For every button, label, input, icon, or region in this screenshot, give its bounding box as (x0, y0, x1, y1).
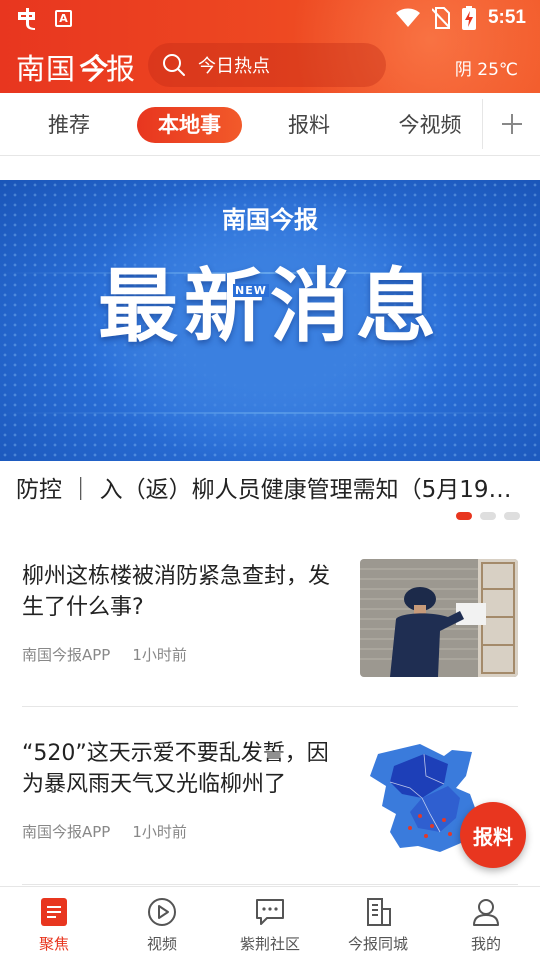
search-bar[interactable]: 今日热点 (148, 43, 386, 87)
news-source: 南国今报APP (22, 823, 111, 841)
status-time: 5:51 (487, 7, 526, 28)
user-icon (473, 899, 499, 926)
nav-label: 紫荆社区 (239, 935, 300, 953)
nav-community[interactable]: 紫荆社区 (216, 887, 324, 960)
bottom-nav: 聚焦 视频 紫荆社区 今报同城 我的 (0, 886, 540, 960)
list-divider (22, 706, 518, 707)
news-item[interactable]: 柳州这栋楼被消防紧急查封，发生了什么事? 南国今报APP 1小时前 (22, 545, 518, 695)
news-time: 1小时前 (132, 823, 187, 841)
search-placeholder: 今日热点 (198, 56, 270, 77)
news-item[interactable]: “520”这天示爱不要乱发誓，因为暴风雨天气又光临柳州了 南国今报APP 1小时前 (22, 722, 518, 872)
plus-icon (501, 114, 522, 134)
top-bar: A 5:51 南国今报 今日热点 阴 25℃ (0, 0, 540, 93)
no-sim-icon (431, 7, 450, 29)
tab-local[interactable]: 本地事 (137, 107, 242, 143)
battery-charging-icon (461, 6, 476, 30)
news-title: “520”这天示爱不要乱发誓，因为暴风雨天气又光临柳州了 (22, 741, 329, 797)
banner-pager (456, 512, 520, 520)
nav-label: 聚焦 (38, 935, 69, 953)
play-icon (148, 898, 176, 926)
tab-report[interactable]: 报料 (278, 107, 340, 143)
banner-new-badge: NEW (233, 284, 269, 297)
bug-notification-icon (14, 6, 40, 32)
weather-info[interactable]: 阴 25℃ (455, 55, 518, 80)
pager-dot (480, 512, 496, 520)
logo-part-3: 报 (106, 52, 137, 86)
app-logo[interactable]: 南国今报 (16, 46, 136, 88)
nav-focus[interactable]: 聚焦 (0, 887, 108, 960)
nav-label: 今报同城 (347, 935, 408, 953)
building-icon (367, 898, 391, 926)
nav-city[interactable]: 今报同城 (324, 887, 432, 960)
news-time: 1小时前 (132, 646, 187, 664)
logo-part-1: 南国 (16, 52, 77, 86)
add-channel-button[interactable] (482, 99, 540, 149)
news-meta: 南国今报APP 1小时前 (22, 821, 187, 842)
search-icon (163, 54, 185, 76)
nav-video[interactable]: 视频 (108, 887, 216, 960)
news-title: 柳州这栋楼被消防紧急查封，发生了什么事? (22, 564, 331, 620)
wifi-icon (395, 8, 420, 27)
report-fab-button[interactable]: 报料 (460, 802, 526, 868)
tab-recommend[interactable]: 推荐 (38, 107, 100, 143)
nav-label: 我的 (470, 935, 501, 953)
news-meta: 南国今报APP 1小时前 (22, 644, 187, 665)
tab-video[interactable]: 今视频 (390, 107, 470, 143)
chat-icon (256, 899, 284, 925)
news-thumbnail (360, 559, 518, 677)
news-source: 南国今报APP (22, 646, 111, 664)
banner-headline: 最新消息 (98, 260, 442, 353)
app-header: 南国今报 今日热点 阴 25℃ (0, 38, 540, 93)
banner-image[interactable]: 南国今报 最新消息 NEW (0, 180, 540, 461)
nav-me[interactable]: 我的 (432, 887, 540, 960)
app-a-notification-icon: A (55, 10, 72, 27)
status-bar: A 5:51 (0, 0, 540, 38)
news-icon (41, 898, 67, 926)
channel-tabs: 推荐 本地事 报料 今视频 (0, 93, 540, 156)
pager-dot-active (456, 512, 472, 520)
logo-part-2: 今 (76, 52, 107, 86)
pager-dot (504, 512, 520, 520)
banner-brand: 南国今报 (222, 205, 318, 234)
banner-caption[interactable]: 防控 ｜ 入（返）柳人员健康管理需知（5月19日） (16, 470, 531, 504)
nav-label: 视频 (146, 935, 177, 953)
list-divider (22, 884, 518, 885)
